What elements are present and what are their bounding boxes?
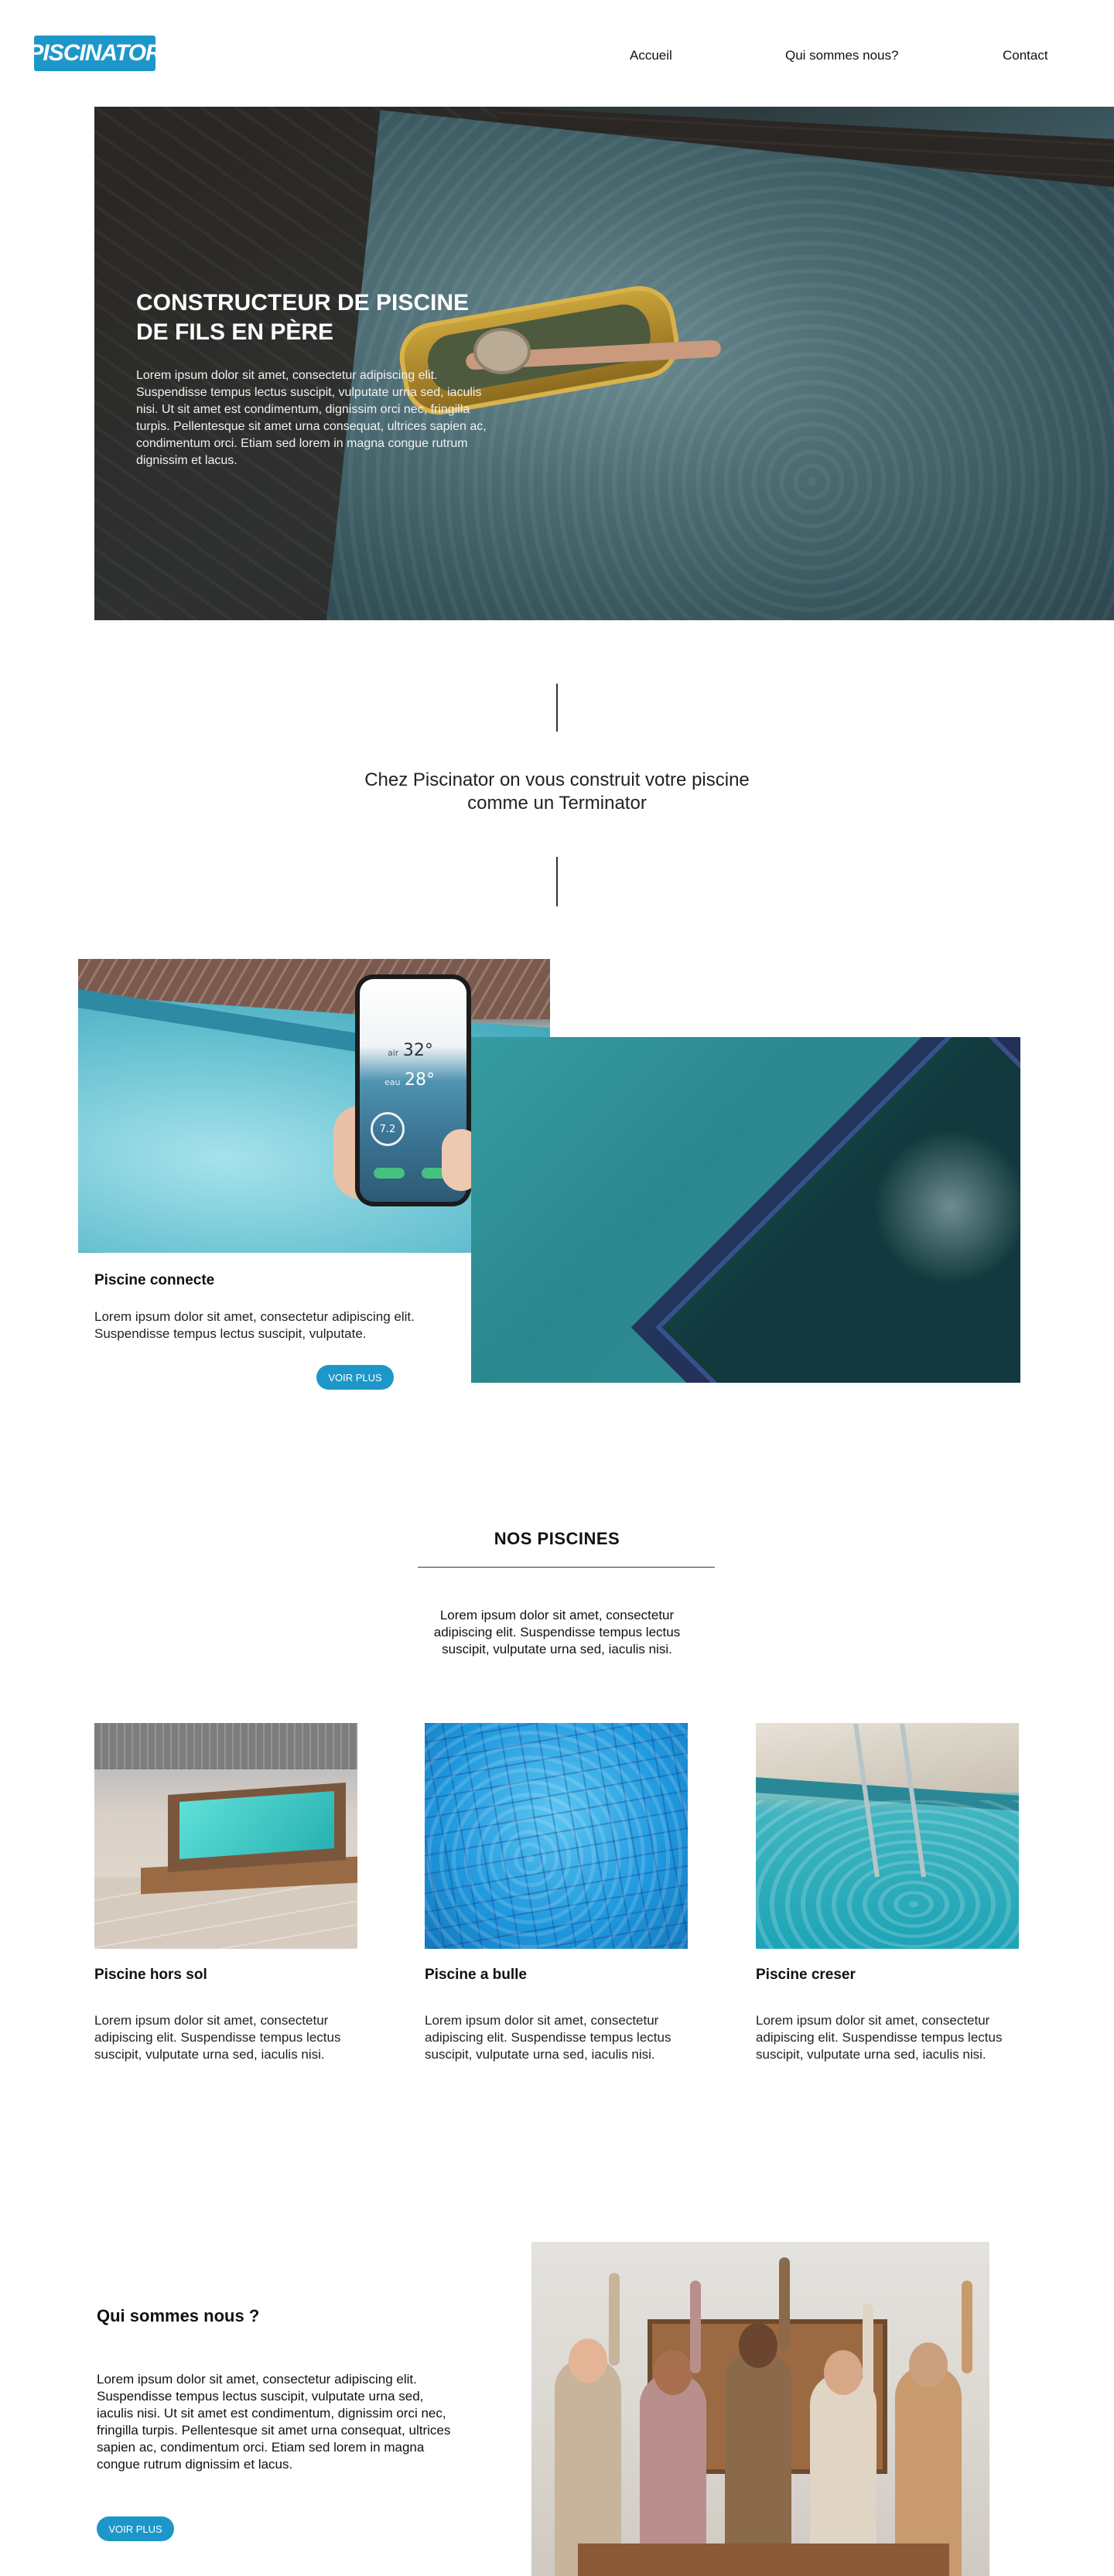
raised-arm: [863, 2304, 873, 2397]
person-head: [909, 2342, 948, 2387]
pool-card-text: Lorem ipsum dolor sit amet, consectetur …: [425, 2013, 671, 2062]
pool-card-text: Lorem ipsum dolor sit amet, consectetur …: [756, 2013, 1003, 2062]
pool-water: [179, 1791, 334, 1859]
water-shine: [425, 1723, 688, 1949]
raised-arm: [690, 2281, 701, 2373]
connected-title: Piscine connecte: [94, 1272, 215, 1288]
pool-card-image-hors-sol[interactable]: [94, 1723, 357, 1949]
air-temp: air 32°: [388, 1041, 433, 1060]
pool-water: [756, 1800, 1019, 1949]
connected-voir-plus-button[interactable]: VOIR PLUS: [316, 1365, 394, 1390]
about-text: Lorem ipsum dolor sit amet, consectetur …: [97, 2372, 451, 2472]
pool-card-title: Piscine creser: [756, 1967, 856, 1983]
ph-gauge: 7.2: [371, 1112, 405, 1146]
section-underline: [418, 1567, 715, 1568]
water-value: 28°: [404, 1070, 435, 1090]
air-label: air: [388, 1048, 399, 1058]
logo[interactable]: PISCINATOR: [28, 36, 162, 71]
raised-arm: [962, 2281, 972, 2373]
hero-text: Lorem ipsum dolor sit amet, consectetur …: [136, 369, 487, 467]
raised-arm: [779, 2257, 790, 2350]
water-temp: eau 28°: [384, 1070, 435, 1090]
phone-button-left: [374, 1168, 405, 1179]
person-head: [654, 2350, 692, 2395]
connected-text: Lorem ipsum dolor sit amet, consectetur …: [94, 1309, 415, 1341]
hero-title: CONSTRUCTEUR DE PISCINE DE FILS EN PÈRE: [136, 290, 470, 345]
air-value: 32°: [402, 1041, 433, 1060]
tagline: Chez Piscinator on vous construit votre …: [364, 769, 750, 814]
nav-link-qui-sommes-nous[interactable]: Qui sommes nous?: [785, 48, 898, 63]
pergola-roof: [94, 1723, 357, 1769]
office-desk: [578, 2544, 949, 2576]
person-head: [739, 2323, 777, 2368]
person-head: [824, 2350, 863, 2395]
divider-bottom: [556, 857, 558, 906]
pool-card-title: Piscine hors sol: [94, 1967, 207, 1983]
light-shade: [471, 1037, 1020, 1383]
section-intro: Lorem ipsum dolor sit amet, consectetur …: [433, 1608, 681, 1656]
team-photo: [531, 2242, 989, 2576]
raised-arm: [609, 2273, 620, 2366]
nav-link-contact[interactable]: Contact: [1003, 48, 1048, 63]
nav-link-accueil[interactable]: Accueil: [630, 48, 672, 63]
about-voir-plus-button[interactable]: VOIR PLUS: [97, 2516, 174, 2541]
hero-banner: [94, 107, 1114, 620]
about-title: Qui sommes nous ?: [97, 2306, 260, 2325]
person-head: [569, 2339, 607, 2383]
water-label: eau: [384, 1077, 401, 1087]
person: [725, 2350, 791, 2576]
pool-card-image-creser[interactable]: [756, 1723, 1019, 1949]
divider-top: [556, 684, 558, 732]
pool-card-text: Lorem ipsum dolor sit amet, consectetur …: [94, 2013, 341, 2062]
pool-card-image-bulle[interactable]: [425, 1723, 688, 1949]
section-title-nos-piscines: NOS PISCINES: [494, 1529, 620, 1548]
pool-corner-image: [471, 1037, 1020, 1383]
pool-card-title: Piscine a bulle: [425, 1967, 527, 1983]
